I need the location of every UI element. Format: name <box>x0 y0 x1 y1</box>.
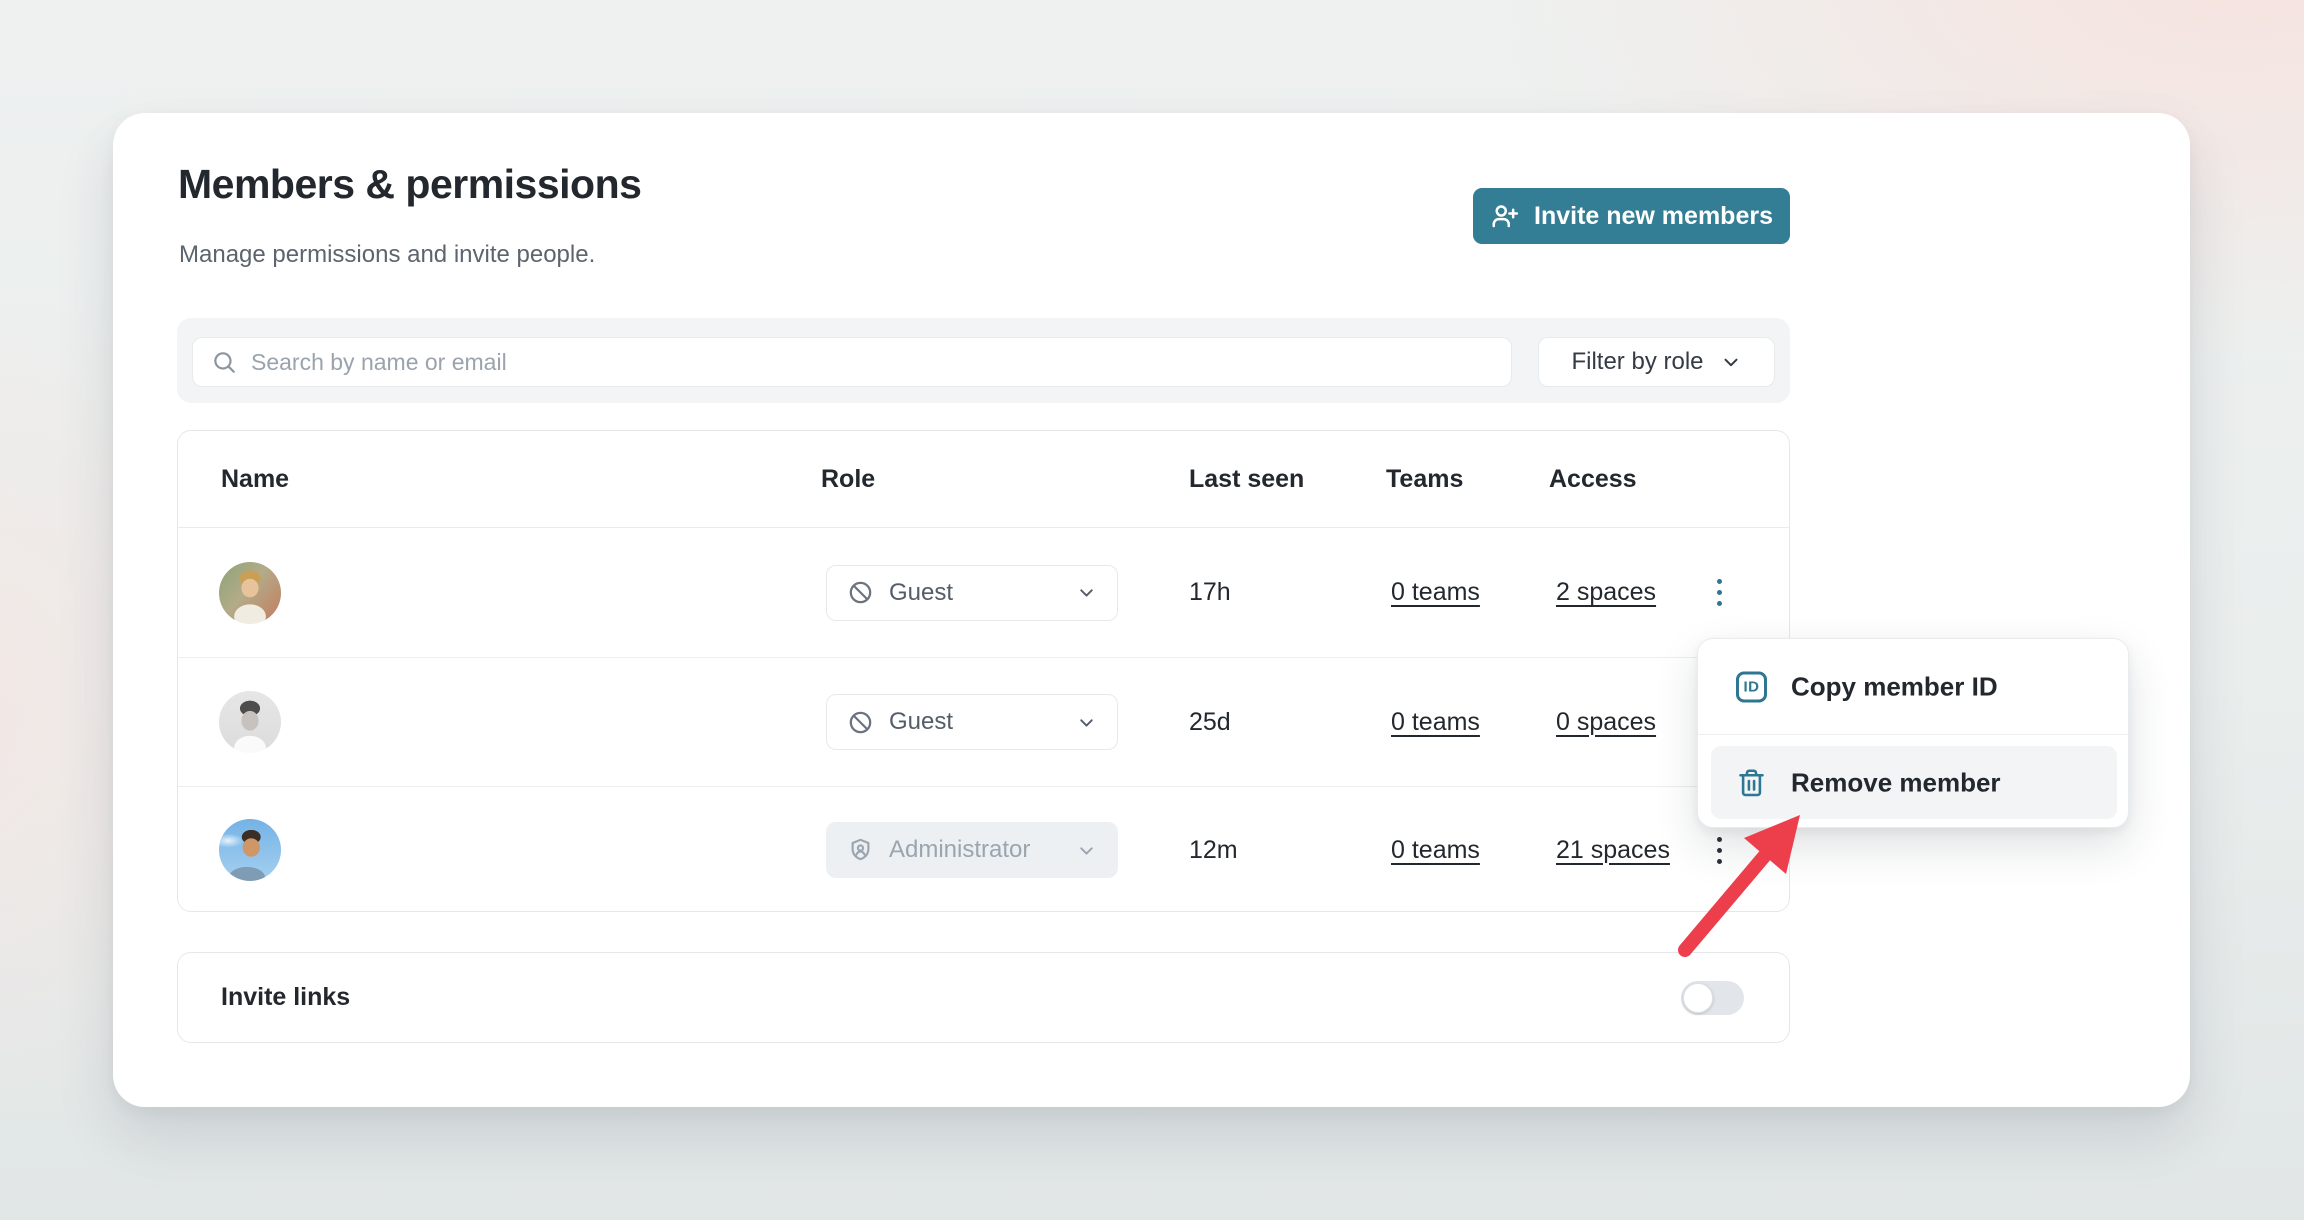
menu-item-remove-member[interactable]: Remove member <box>1711 746 2117 819</box>
members-permissions-screen: Members & permissions Manage permissions… <box>0 0 2304 1220</box>
invite-links-section: Invite links <box>177 952 1790 1043</box>
teams-link[interactable]: 0 teams <box>1391 708 1480 737</box>
filter-by-role-dropdown[interactable]: Filter by role <box>1538 337 1775 387</box>
teams-link[interactable]: 0 teams <box>1391 836 1480 865</box>
invite-new-members-button[interactable]: Invite new members <box>1473 188 1790 244</box>
column-header-last-seen: Last seen <box>1189 431 1304 528</box>
menu-item-copy-member-id[interactable]: ID Copy member ID <box>1698 639 2128 734</box>
menu-item-label: Copy member ID <box>1791 671 1998 702</box>
table-header-row: Name Role Last seen Teams Access <box>178 431 1789 528</box>
page-title: Members & permissions <box>178 161 641 208</box>
member-row: Guest 17h 0 teams 2 spaces <box>178 528 1789 658</box>
toggle-knob <box>1683 983 1713 1013</box>
members-table: Name Role Last seen Teams Access Guest <box>177 430 1790 912</box>
column-header-teams: Teams <box>1386 431 1463 528</box>
member-actions-menu: ID Copy member ID Remove member <box>1697 638 2129 828</box>
member-row: Administrator 12m 0 teams 21 spaces <box>178 787 1789 913</box>
menu-item-label: Remove member <box>1791 767 2001 798</box>
column-header-name: Name <box>221 431 289 528</box>
search-input[interactable] <box>251 349 1493 376</box>
page-subtitle: Manage permissions and invite people. <box>179 241 595 269</box>
chevron-down-icon <box>1076 582 1097 603</box>
member-avatar <box>219 819 281 881</box>
settings-card: Members & permissions Manage permissions… <box>113 113 2190 1107</box>
teams-link[interactable]: 0 teams <box>1391 578 1480 607</box>
spaces-link[interactable]: 2 spaces <box>1556 578 1656 607</box>
search-icon <box>211 349 237 375</box>
chevron-down-icon <box>1720 351 1742 373</box>
member-row: Guest 25d 0 teams 0 spaces <box>178 658 1789 787</box>
column-header-role: Role <box>821 431 875 528</box>
role-select[interactable]: Administrator <box>826 822 1118 878</box>
role-select[interactable]: Guest <box>826 694 1118 750</box>
spaces-link[interactable]: 0 spaces <box>1556 708 1656 737</box>
ban-icon <box>847 579 874 606</box>
chevron-down-icon <box>1076 712 1097 733</box>
search-filter-bar: Filter by role <box>177 318 1790 403</box>
search-field[interactable] <box>192 337 1512 387</box>
invite-button-label: Invite new members <box>1534 202 1773 231</box>
role-value: Guest <box>889 579 953 607</box>
role-value: Guest <box>889 708 953 736</box>
last-seen-value: 25d <box>1189 658 1231 786</box>
role-value: Administrator <box>889 836 1030 864</box>
member-avatar <box>219 691 281 753</box>
filter-label: Filter by role <box>1571 348 1703 376</box>
last-seen-value: 17h <box>1189 528 1231 657</box>
column-header-access: Access <box>1549 431 1637 528</box>
role-select[interactable]: Guest <box>826 565 1118 621</box>
ban-icon <box>847 709 874 736</box>
shield-user-icon <box>847 837 874 864</box>
chevron-down-icon <box>1076 840 1097 861</box>
invite-links-toggle[interactable] <box>1681 981 1744 1015</box>
id-badge-icon: ID <box>1736 671 1767 702</box>
menu-divider <box>1698 734 2128 735</box>
trash-icon <box>1736 767 1767 798</box>
spaces-link[interactable]: 21 spaces <box>1556 836 1670 865</box>
invite-links-label: Invite links <box>221 953 350 1042</box>
member-avatar <box>219 562 281 624</box>
user-plus-icon <box>1490 201 1520 231</box>
last-seen-value: 12m <box>1189 787 1238 913</box>
